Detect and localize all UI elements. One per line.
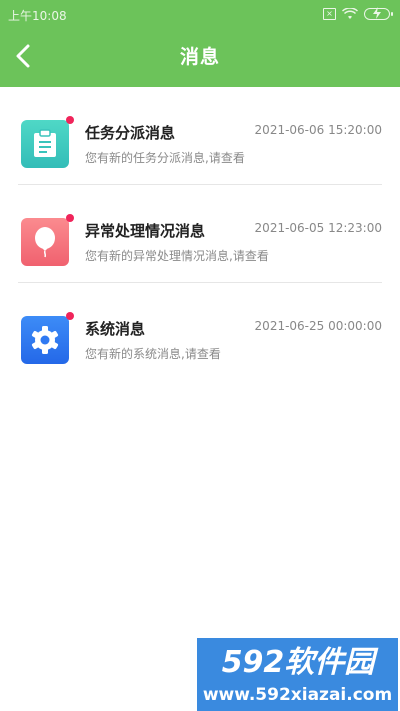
message-time: 2021-06-25 00:00:00 <box>254 319 382 333</box>
message-list: 任务分派消息 2021-06-06 15:20:00 您有新的任务分派消息,请查… <box>0 87 400 381</box>
message-item-task-assignment[interactable]: 任务分派消息 2021-06-06 15:20:00 您有新的任务分派消息,请查… <box>0 87 400 185</box>
nav-bar: 消息 <box>0 28 400 87</box>
status-time: 上午10:08 <box>8 9 67 23</box>
status-bar: 上午10:08 × <box>0 0 400 28</box>
message-title: 异常处理情况消息 <box>85 222 206 240</box>
watermark-url: www.592xiazai.com <box>202 685 393 705</box>
watermark-logo: 592软件园 <box>222 645 380 678</box>
gear-icon <box>31 326 59 354</box>
message-icon-box <box>21 218 69 266</box>
clipboard-icon <box>34 129 56 157</box>
header: 上午10:08 × 消息 <box>0 0 400 87</box>
sim-icon: × <box>323 8 336 20</box>
message-description: 您有新的系统消息,请查看 <box>85 347 221 361</box>
unread-dot <box>66 312 74 320</box>
message-icon-box <box>21 316 69 364</box>
page-title: 消息 <box>179 46 220 68</box>
balloon-icon <box>35 227 55 258</box>
message-title: 任务分派消息 <box>85 124 176 142</box>
unread-dot <box>66 116 74 124</box>
message-description: 您有新的异常处理情况消息,请查看 <box>85 249 269 263</box>
message-time: 2021-06-06 15:20:00 <box>254 123 382 137</box>
watermark: 592软件园 www.592xiazai.com <box>197 638 398 711</box>
message-item-exception-handling[interactable]: 异常处理情况消息 2021-06-05 12:23:00 您有新的异常处理情况消… <box>0 185 400 283</box>
wifi-icon <box>342 8 358 19</box>
message-item-system[interactable]: 系统消息 2021-06-25 00:00:00 您有新的系统消息,请查看 <box>0 283 400 381</box>
status-icons: × <box>323 7 393 21</box>
unread-dot <box>66 214 74 222</box>
message-time: 2021-06-05 12:23:00 <box>254 221 382 235</box>
battery-icon <box>364 7 393 20</box>
message-icon-box <box>21 120 69 168</box>
message-title: 系统消息 <box>85 320 146 338</box>
watermark-logo-text: 592软件园 <box>222 645 380 678</box>
message-description: 您有新的任务分派消息,请查看 <box>85 151 245 165</box>
charging-bolt-icon <box>373 7 381 19</box>
